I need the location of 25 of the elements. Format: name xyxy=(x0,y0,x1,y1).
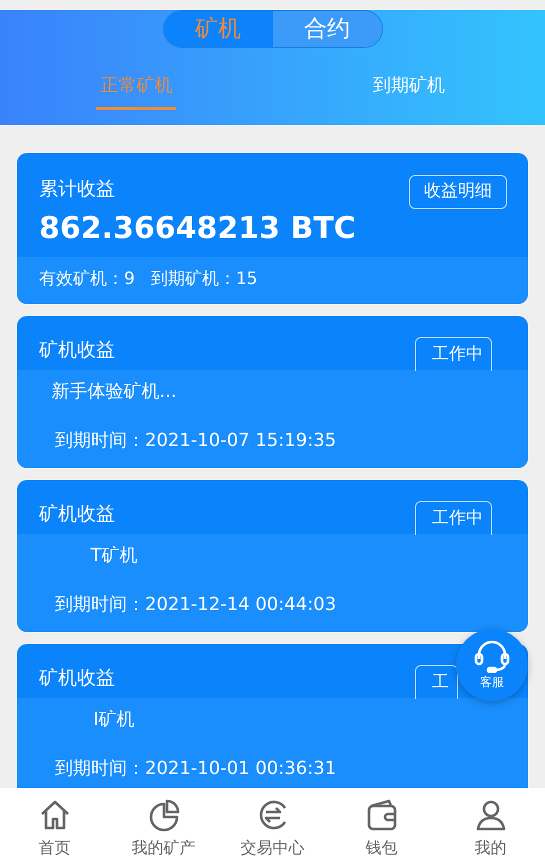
tab[interactable]: 到期矿机 xyxy=(272,70,545,118)
stat-text: 到期矿机：15 xyxy=(150,268,258,290)
nav-item[interactable]: 交易中心 xyxy=(218,788,327,861)
expiry-time: 到期时间：2021-10-01 00:36:31 xyxy=(55,757,338,781)
segment-tab[interactable]: 合约 xyxy=(272,11,382,47)
pie-chart-icon xyxy=(146,798,180,832)
wallet-icon xyxy=(364,798,398,832)
miner-name: I矿机 xyxy=(92,708,136,732)
nav-item[interactable]: 首页 xyxy=(0,788,109,861)
miner-name: 新手体验矿机... xyxy=(50,380,178,404)
card-title: 矿机收益 xyxy=(39,338,115,363)
card-title: 矿机收益 xyxy=(39,666,115,691)
expiry-time: 到期时间：2021-10-07 15:19:35 xyxy=(55,429,338,453)
details-button[interactable]: 收益明细 xyxy=(409,175,507,208)
nav-item[interactable]: 我的 xyxy=(436,788,545,861)
stat-text: 有效矿机：9 xyxy=(39,268,135,290)
card-title: 矿机收益 xyxy=(39,502,115,527)
expiry-time: 到期时间：2021-12-14 00:44:03 xyxy=(55,593,338,617)
headset-icon xyxy=(473,639,511,673)
nav-item[interactable]: 钱包 xyxy=(327,788,436,861)
earnings-amount: 862.36648213 BTC xyxy=(39,210,356,248)
card-title: 累计收益 xyxy=(39,177,116,202)
nav-item[interactable]: 我的矿产 xyxy=(109,788,218,861)
miner-name: T矿机 xyxy=(90,544,138,568)
user-icon xyxy=(474,798,508,832)
